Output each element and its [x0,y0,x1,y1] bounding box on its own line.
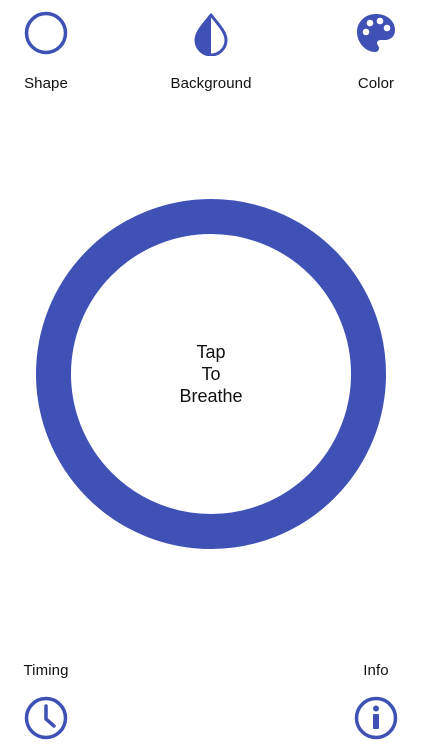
breathe-line-2: To [201,364,221,384]
color-button[interactable]: Color [316,10,422,93]
timing-button[interactable]: Timing [0,662,106,741]
tap-to-breathe-text: Tap To Breathe [179,341,242,407]
info-button[interactable]: Info [316,662,422,741]
shape-label: Shape [24,75,68,92]
breathe-ring-button[interactable]: Tap To Breathe [36,199,386,549]
breathe-line-3: Breathe [179,386,243,406]
background-label: Background [170,75,252,92]
timing-label: Timing [23,662,69,679]
shape-button[interactable]: Shape [0,10,106,93]
breathe-line-1: Tap [196,342,226,362]
info-label: Info [363,662,389,679]
background-button[interactable]: Background [151,10,271,93]
circle-outline-icon [24,11,68,55]
clock-icon [24,696,68,740]
color-label: Color [357,75,395,92]
half-drop-icon [194,13,228,56]
info-icon [354,696,398,740]
palette-icon [357,14,395,52]
